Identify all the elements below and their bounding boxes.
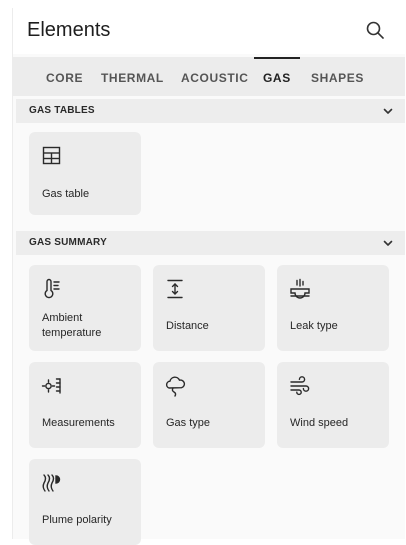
element-card-gas-type[interactable]: Gas type: [153, 362, 265, 448]
table-icon: [40, 144, 64, 168]
plume-icon: [40, 471, 64, 495]
tab-acoustic[interactable]: ACOUSTIC: [181, 57, 248, 96]
element-card-label: Gas type: [166, 417, 211, 429]
tab-shapes[interactable]: SHAPES: [311, 57, 364, 96]
element-card-label: Plume polarity: [42, 514, 112, 526]
element-card-distance[interactable]: Distance: [153, 265, 265, 351]
element-card-ambient-temperature[interactable]: Ambient temperature: [29, 265, 141, 351]
element-card-measurements[interactable]: Measurements: [29, 362, 141, 448]
element-card-label: Ambient temperature: [42, 312, 102, 339]
gas-cloud-icon: [164, 374, 188, 398]
thermometer-icon: [40, 277, 64, 301]
distance-icon: [164, 277, 188, 301]
chevron-down-icon[interactable]: [382, 237, 394, 249]
section-header-gas-tables[interactable]: GAS TABLES: [16, 99, 405, 123]
leak-icon: [288, 277, 312, 301]
element-card-leak-type[interactable]: Leak type: [277, 265, 389, 351]
wind-icon: [288, 374, 312, 398]
element-card-label: Gas table: [42, 188, 90, 200]
section-label: GAS TABLES: [29, 105, 95, 116]
element-card-label: Measurements: [42, 417, 115, 429]
tab-thermal[interactable]: THERMAL: [101, 57, 164, 96]
section-label: GAS SUMMARY: [29, 237, 107, 248]
chevron-down-icon[interactable]: [382, 105, 394, 117]
element-card-wind-speed[interactable]: Wind speed: [277, 362, 389, 448]
element-card-plume-polarity[interactable]: Plume polarity: [29, 459, 141, 545]
element-card-label: Distance: [166, 320, 209, 332]
element-card-label: Wind speed: [290, 417, 349, 429]
search-icon[interactable]: [363, 18, 387, 42]
panel-header: Elements: [13, 8, 405, 54]
tab-gas[interactable]: GAS: [254, 57, 300, 96]
tab-bar: CORE THERMAL ACOUSTIC GAS SHAPES: [13, 57, 405, 96]
tab-core[interactable]: CORE: [46, 57, 83, 96]
elements-panel: Elements CORE THERMAL ACOUSTIC GAS SHAPE…: [12, 8, 405, 545]
panel-title: Elements: [27, 19, 111, 41]
measurements-icon: [40, 374, 64, 398]
element-card-gas-table[interactable]: Gas table: [29, 132, 141, 215]
section-header-gas-summary[interactable]: GAS SUMMARY: [16, 231, 405, 255]
element-card-label: Leak type: [290, 320, 338, 332]
